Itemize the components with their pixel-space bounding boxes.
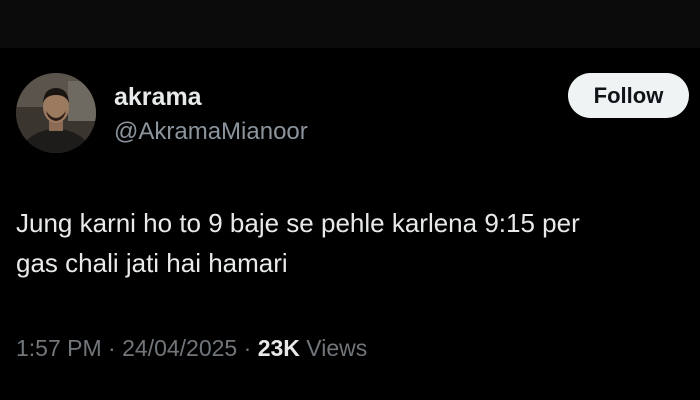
display-name[interactable]: akrama — [114, 82, 202, 112]
meta-separator: · — [243, 335, 252, 361]
tweet-meta: 1:57 PM · 24/04/2025 · 23K Views — [16, 333, 367, 363]
views-count[interactable]: 23K — [258, 335, 300, 361]
tweet-text-line: gas chali jati hai hamari — [16, 248, 288, 278]
views-label: Views — [306, 335, 368, 361]
avatar[interactable] — [16, 73, 96, 153]
tweet-date[interactable]: 24/04/2025 — [122, 335, 237, 361]
tweet-text: Jung karni ho to 9 baje se pehle karlena… — [16, 203, 688, 283]
top-bar — [0, 0, 700, 48]
tweet-time[interactable]: 1:57 PM — [16, 335, 102, 361]
meta-separator: · — [108, 335, 116, 361]
follow-button[interactable]: Follow — [568, 73, 689, 118]
tweet-text-line: Jung karni ho to 9 baje se pehle karlena… — [16, 208, 580, 238]
user-handle[interactable]: @AkramaMianoor — [114, 117, 308, 147]
user-photo-avatar-icon — [16, 73, 96, 153]
tweet-card: akrama @AkramaMianoor Follow Jung karni … — [0, 48, 700, 400]
